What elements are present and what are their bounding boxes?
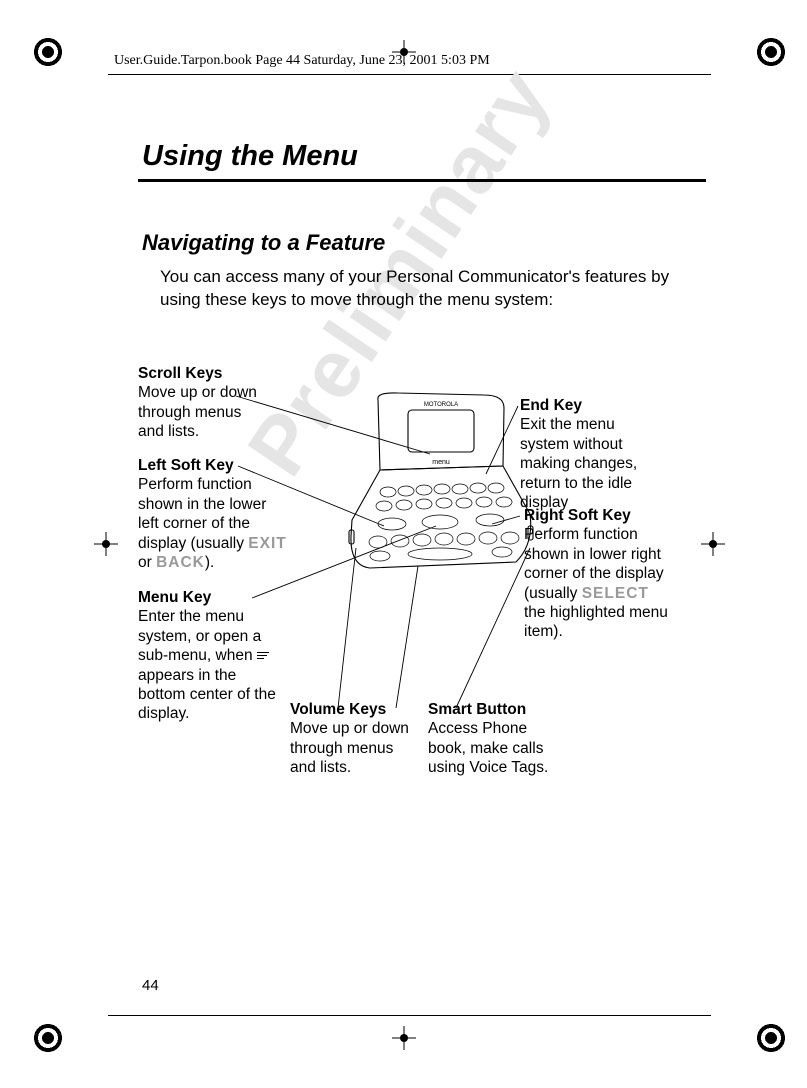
callout-end-key: End Key Exit the menu system without mak… <box>520 396 652 512</box>
callout-title: End Key <box>520 397 582 414</box>
callout-title: Left Soft Key <box>138 457 234 474</box>
callout-title: Volume Keys <box>290 701 386 718</box>
crop-line <box>108 74 711 75</box>
callout-scroll-keys: Scroll Keys Move up or down through menu… <box>138 364 266 442</box>
callout-smart-button: Smart Button Access Phone book, make cal… <box>428 700 568 778</box>
callout-desc: Perform function shown in lower right co… <box>524 526 668 640</box>
crop-line <box>108 1015 711 1016</box>
registration-mark-icon <box>755 1022 787 1054</box>
intro-text: You can access many of your Personal Com… <box>160 266 702 312</box>
svg-text:MOTOROLA: MOTOROLA <box>424 402 458 408</box>
heading-rule <box>138 179 706 182</box>
page-number: 44 <box>142 977 159 994</box>
callout-desc: Move up or down through menus and lists. <box>290 720 409 776</box>
registration-mark-icon <box>755 36 787 68</box>
diagram: MOTOROLA menu <box>138 356 708 836</box>
callout-volume-keys: Volume Keys Move up or down through menu… <box>290 700 422 778</box>
callout-menu-key: Menu Key Enter the menu system, or open … <box>138 588 284 724</box>
page-title: Using the Menu <box>142 140 702 173</box>
device-illustration: MOTOROLA menu <box>348 390 534 610</box>
callout-left-soft-key: Left Soft Key Perform function shown in … <box>138 456 288 572</box>
crosshair-icon <box>392 1026 416 1050</box>
callout-title: Right Soft Key <box>524 507 631 524</box>
callout-title: Scroll Keys <box>138 365 222 382</box>
menu-glyph-icon <box>257 652 269 661</box>
callout-desc: Exit the menu system without making chan… <box>520 416 637 511</box>
page-header: User.Guide.Tarpon.book Page 44 Saturday,… <box>114 53 490 69</box>
svg-text:menu: menu <box>432 459 450 466</box>
callout-desc: Move up or down through menus and lists. <box>138 384 257 440</box>
callout-desc: Access Phone book, make calls using Voic… <box>428 720 548 776</box>
callout-title: Menu Key <box>138 589 211 606</box>
callout-desc: Enter the menu system, or open a sub-men… <box>138 608 276 722</box>
callout-right-soft-key: Right Soft Key Perform function shown in… <box>524 506 672 642</box>
section-heading: Navigating to a Feature <box>142 230 702 256</box>
callout-title: Smart Button <box>428 701 526 718</box>
registration-mark-icon <box>32 36 64 68</box>
crosshair-icon <box>94 532 118 556</box>
registration-mark-icon <box>32 1022 64 1054</box>
callout-desc: Perform function shown in the lower left… <box>138 476 287 571</box>
